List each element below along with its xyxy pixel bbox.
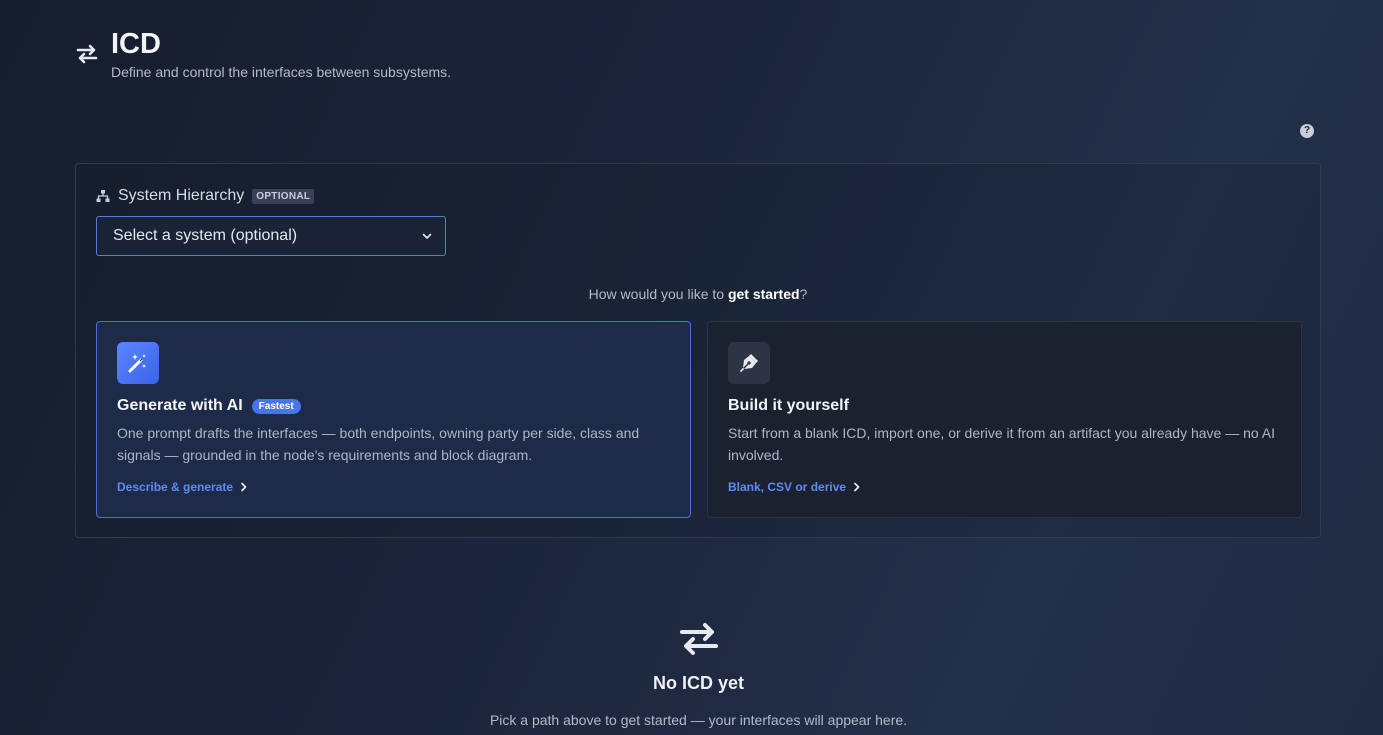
empty-state-title: No ICD yet [652, 673, 744, 693]
manual-card-title: Build it yourself [728, 397, 849, 414]
blank-csv-derive-link[interactable]: Blank, CSV or derive [728, 480, 861, 494]
chevron-right-icon [854, 482, 860, 492]
pen-nib-icon [728, 342, 770, 384]
system-hierarchy-label: System Hierarchy OPTIONAL [96, 187, 315, 205]
help-circle-icon[interactable]: ? [1300, 124, 1314, 138]
optional-badge: OPTIONAL [252, 188, 315, 204]
ai-card-description: One prompt drafts the interfaces — both … [117, 425, 640, 463]
chevron-right-icon [241, 482, 247, 492]
fastest-badge: Fastest [251, 398, 301, 414]
build-it-yourself-card[interactable]: Build it yourself Start from a blank ICD… [707, 321, 1302, 518]
header-text: ICD Define and control the interfaces be… [111, 28, 451, 80]
system-select-value: Select a system (optional) [113, 227, 298, 244]
page-subtitle: Define and control the interfaces betwee… [111, 64, 452, 80]
empty-state-text: Pick a path above to get started — your … [489, 712, 908, 728]
ai-card-title: Generate with AI Fastest [117, 397, 301, 415]
hierarchy-icon [96, 190, 110, 202]
arrows-exchange-icon [76, 44, 98, 64]
system-hierarchy-text: System Hierarchy [118, 187, 245, 204]
arrows-exchange-icon [680, 623, 718, 655]
manual-card-description: Start from a blank ICD, import one, or d… [728, 425, 1276, 463]
system-select[interactable]: Select a system (optional) [96, 216, 446, 256]
page-title: ICD [111, 28, 161, 60]
chevron-down-icon [422, 233, 432, 239]
generate-with-ai-card[interactable]: Generate with AI Fastest One prompt draf… [96, 321, 691, 518]
describe-generate-link[interactable]: Describe & generate [117, 480, 248, 494]
start-panel: System Hierarchy OPTIONAL Select a syste… [75, 163, 1321, 538]
page-header: ICD Define and control the interfaces be… [75, 28, 451, 80]
magic-wand-icon [117, 342, 159, 384]
get-started-prompt: How would you like to get started? [588, 286, 808, 302]
